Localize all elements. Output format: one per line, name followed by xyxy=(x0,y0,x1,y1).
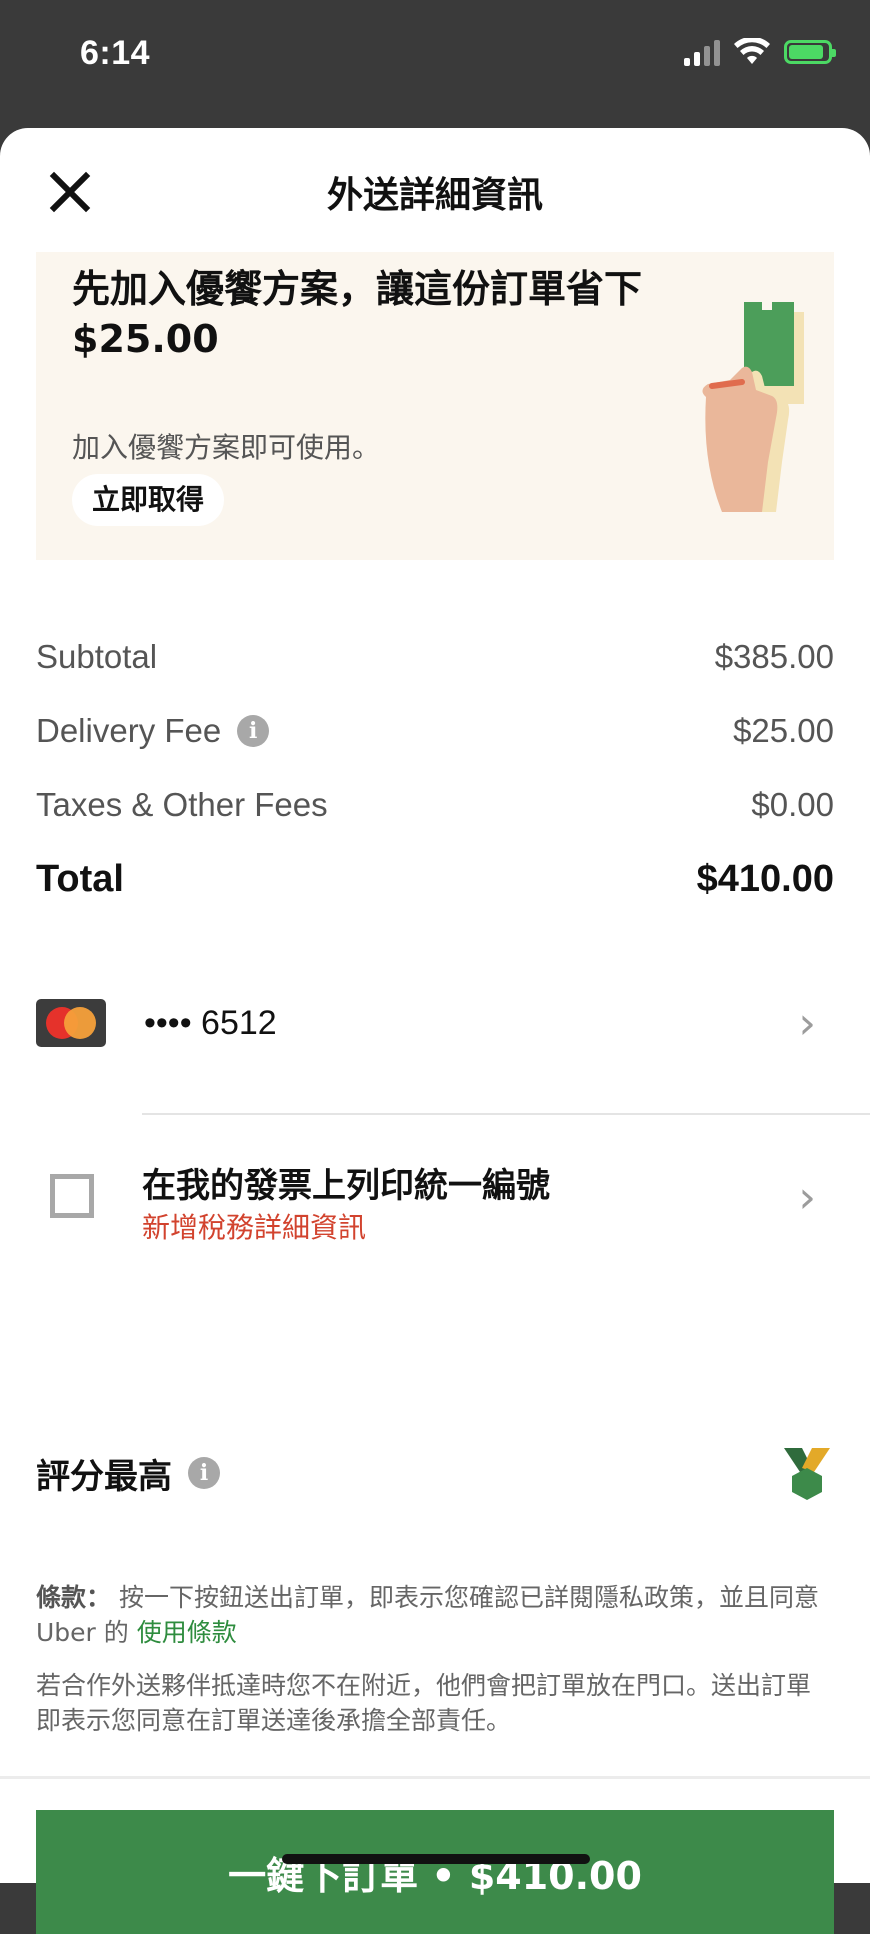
info-icon[interactable]: i xyxy=(188,1457,220,1489)
total-row: Total $410.00 xyxy=(36,842,834,916)
chevron-right-icon: › xyxy=(798,1172,816,1223)
total-value: $410.00 xyxy=(696,857,834,900)
hand-card-illustration xyxy=(702,302,804,512)
promo-subtitle: 加入優饗方案即可使用。 xyxy=(72,431,381,464)
chevron-right-icon: › xyxy=(798,997,816,1049)
info-icon[interactable]: i xyxy=(237,715,270,747)
taxes-label: Taxes & Other Fees xyxy=(36,786,328,823)
divider xyxy=(142,1113,870,1115)
status-bar: 6:14 xyxy=(0,0,870,120)
delivery-details-sheet: 外送詳細資訊 先加入優饗方案，讓這份訂單省下 $25.00 加入優饗方案即可使用… xyxy=(0,128,870,1934)
terms-paragraph: 條款： 按一下按鈕送出訂單，即表示您確認已詳閱隱私政策，並且同意 Uber 的 … xyxy=(36,1580,834,1650)
get-membership-button[interactable]: 立即取得 xyxy=(72,474,225,526)
taxes-value: $0.00 xyxy=(751,786,834,823)
home-indicator xyxy=(282,1854,590,1864)
payment-method-row[interactable]: •••• 6512 › xyxy=(36,968,834,1078)
checkbox-icon[interactable] xyxy=(50,1174,94,1218)
mastercard-icon xyxy=(36,999,106,1047)
delivery-fee-label: Delivery Fee xyxy=(36,712,222,749)
subtotal-value: $385.00 xyxy=(714,638,834,675)
tax-id-title: 在我的發票上列印統一編號 xyxy=(142,1166,550,1206)
battery-icon xyxy=(784,40,836,64)
subtotal-row: Subtotal $385.00 xyxy=(36,620,834,694)
terms-section: 條款： 按一下按鈕送出訂單，即表示您確認已詳閱隱私政策，並且同意 Uber 的 … xyxy=(36,1580,834,1756)
bottom-divider xyxy=(0,1776,870,1779)
header: 外送詳細資訊 xyxy=(0,128,870,252)
tax-id-row[interactable]: 在我的發票上列印統一編號 新增稅務詳細資訊 › xyxy=(36,1158,834,1268)
total-label: Total xyxy=(36,857,124,900)
delivery-fee-value: $25.00 xyxy=(733,712,834,749)
taxes-row: Taxes & Other Fees $0.00 xyxy=(36,768,834,842)
page-title: 外送詳細資訊 xyxy=(326,175,543,216)
delivery-fee-row: Delivery Fee i $25.00 xyxy=(36,694,834,768)
terms-of-use-link[interactable]: 使用條款 xyxy=(137,1618,237,1647)
delivery-fee-label-group: Delivery Fee i xyxy=(36,712,270,750)
status-icons xyxy=(684,38,836,66)
fee-breakdown: Subtotal $385.00 Delivery Fee i $25.00 T… xyxy=(36,620,834,916)
subtotal-label: Subtotal xyxy=(36,638,158,675)
place-order-button[interactable]: 一鍵下訂單 • $410.00 xyxy=(36,1810,834,1934)
wifi-icon xyxy=(734,38,770,64)
membership-promo-banner: 先加入優饗方案，讓這份訂單省下 $25.00 加入優饗方案即可使用。 立即取得 xyxy=(36,252,834,560)
card-number: •••• 6512 xyxy=(144,1003,277,1042)
signal-icon xyxy=(684,38,720,66)
terms-label: 條款： xyxy=(36,1583,112,1612)
medal-icon xyxy=(784,1448,830,1500)
top-rated-row: 評分最高 i xyxy=(36,1438,834,1508)
delivery-notice: 若合作外送夥伴抵達時您不在附近，他們會把訂單放在門口。送出訂單即表示您同意在訂單… xyxy=(36,1671,812,1735)
status-time: 6:14 xyxy=(80,34,151,72)
promo-title: 先加入優饗方案，讓這份訂單省下 $25.00 xyxy=(72,267,643,361)
tax-details-link[interactable]: 新增稅務詳細資訊 xyxy=(142,1206,366,1246)
top-rated-label: 評分最高 xyxy=(36,1456,172,1497)
